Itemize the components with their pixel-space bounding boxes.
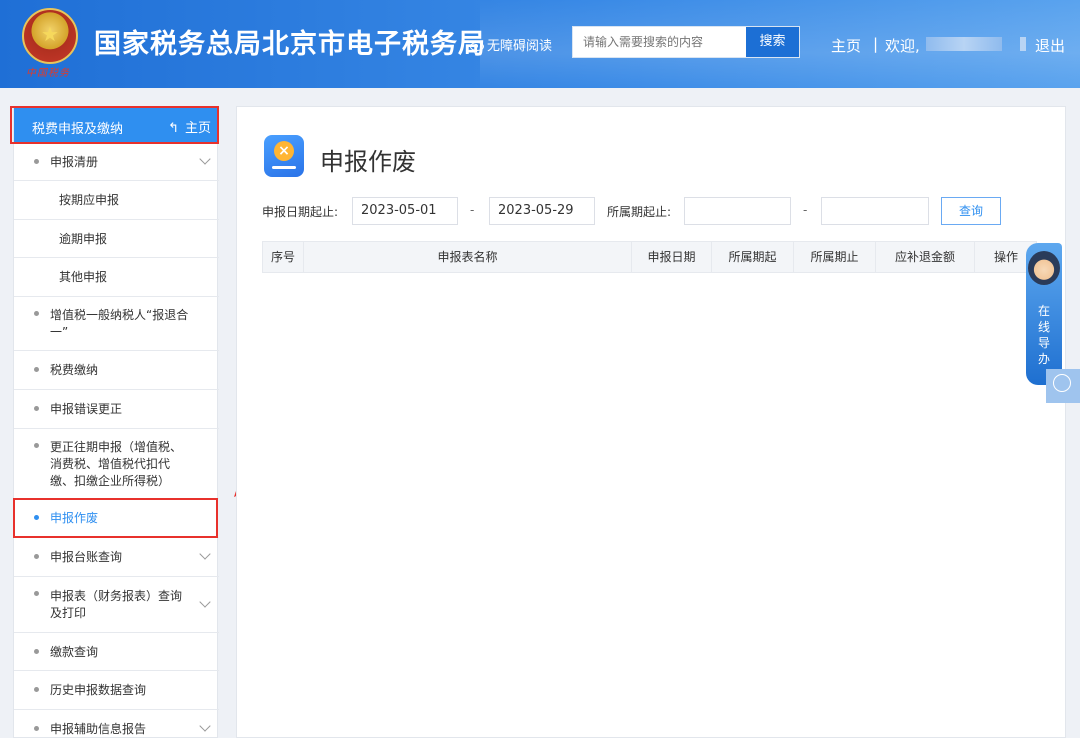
accessibility-label: 无障碍阅读 [487,39,553,54]
void-document-icon: × [264,135,304,177]
nav-welcome-text: 欢迎, [885,37,920,55]
sidebar-item-overdue-declaration[interactable]: 逾期申报 [14,220,219,258]
sidebar-item-label: 申报表（财务报表）查询及打印 [50,589,183,620]
sidebar-item-label: 申报辅助信息报告 [50,722,147,736]
column-header-period-end: 所属期止 [794,242,876,272]
period-label: 所属期起止: [607,205,672,219]
column-header-period-start: 所属期起 [712,242,794,272]
bullet-icon [34,406,39,411]
sidebar-item-label: 税费缴纳 [50,363,99,377]
column-header-form-name: 申报表名称 [304,242,632,272]
bullet-icon [34,726,39,731]
redacted-username [926,37,1002,51]
chevron-down-icon [199,596,211,608]
bullet-icon [34,443,39,448]
emblem-caption: 中国税务 [26,68,70,79]
site-header: ★ 中国税务 国家税务总局北京市电子税务局 无障碍阅读 搜索 主页 | 欢迎, … [0,0,1080,88]
highlight-box-sidebar-header [10,106,219,144]
bullet-icon [34,591,39,596]
sidebar-item-periodic-declaration[interactable]: 按期应申报 [14,181,219,220]
sidebar-item-label: 申报台账查询 [50,550,123,564]
accessibility-link[interactable]: 无障碍阅读 [470,35,552,54]
redacted-username-tail [1020,37,1026,51]
sidebar-item-label: 申报错误更正 [50,402,123,416]
bullet-icon [34,687,39,692]
service-user-button[interactable] [1046,369,1080,403]
sidebar-item-label: 更正往期申报（增值税、消费税、增值税代扣代缴、扣缴企业所得税） [50,440,183,488]
online-guide-widget[interactable]: 在线导办 [1026,243,1062,385]
sidebar-item-tax-payment[interactable]: 税费缴纳 [14,351,219,390]
column-header-declare-date: 申报日期 [632,242,712,272]
sidebar-item-label: 申报清册 [50,155,99,169]
sidebar-item-past-correction[interactable]: 更正往期申报（增值税、消费税、增值税代扣代缴、扣缴企业所得税） [14,429,219,499]
period-start-field[interactable] [684,197,791,225]
bullet-icon [34,311,39,316]
table-header: 序号 申报表名称 申报日期 所属期起 所属期止 应补退金额 操作 [262,241,1037,273]
sidebar-item-history-query[interactable]: 历史申报数据查询 [14,671,219,710]
sidebar-item-label: 增值税一般纳税人“报退合一” [50,308,189,339]
search-box: 搜索 [572,26,800,58]
eye-icon [470,42,484,51]
nav-separator: | [873,35,879,53]
assistant-avatar-icon [1028,251,1060,285]
sidebar-item-auxiliary-report[interactable]: 申报辅助信息报告 [14,710,219,738]
search-button[interactable]: 搜索 [746,27,799,57]
logout-link[interactable]: 退出 [1035,35,1065,56]
sidebar: 税费申报及缴纳 ↰ 主页 申报清册 按期应申报 逾期申报 其他申报 增值税一般纳税… [13,106,219,738]
period-range-dash: - [803,203,808,217]
chevron-down-icon [199,153,211,165]
date-range-dash: - [470,203,475,217]
column-header-index: 序号 [263,242,304,272]
sidebar-item-label: 缴款查询 [50,645,99,659]
sidebar-item-report-query-print[interactable]: 申报表（财务报表）查询及打印 [14,577,219,633]
column-header-amount: 应补退金额 [876,242,975,272]
sidebar-item-vat-combined[interactable]: 增值税一般纳税人“报退合一” [14,297,219,351]
period-end-field[interactable] [821,197,929,225]
highlight-box-declaration-void [13,498,218,538]
declare-date-start-field[interactable]: 2023-05-01 [352,197,458,225]
site-title[interactable]: 国家税务总局北京市电子税务局 [94,22,486,61]
sidebar-item-ledger-query[interactable]: 申报台账查询 [14,538,219,577]
tax-emblem-icon: ★ [22,8,78,64]
chevron-down-icon [199,548,211,560]
bullet-icon [34,159,39,164]
sidebar-item-label: 其他申报 [59,270,108,284]
query-button[interactable]: 查询 [941,197,1001,225]
bullet-icon [34,649,39,654]
declare-date-label: 申报日期起止: [262,205,339,219]
bullet-icon [34,367,39,372]
user-service-icon [1053,374,1071,392]
search-input[interactable] [573,27,747,57]
sidebar-item-label: 历史申报数据查询 [50,683,147,697]
sidebar-item-payment-query[interactable]: 缴款查询 [14,633,219,671]
sidebar-item-declaration-list[interactable]: 申报清册 [14,143,219,181]
bullet-icon [34,554,39,559]
sidebar-item-other-declaration[interactable]: 其他申报 [14,258,219,297]
chevron-down-icon [199,720,211,732]
nav-home-link[interactable]: 主页 [831,35,861,56]
declare-date-end-field[interactable]: 2023-05-29 [489,197,595,225]
sidebar-item-label: 按期应申报 [59,193,120,207]
sidebar-item-label: 逾期申报 [59,232,108,246]
page-title: 申报作废 [320,148,416,176]
sidebar-item-error-correction[interactable]: 申报错误更正 [14,390,219,429]
online-guide-label: 在线导办 [1037,304,1050,366]
